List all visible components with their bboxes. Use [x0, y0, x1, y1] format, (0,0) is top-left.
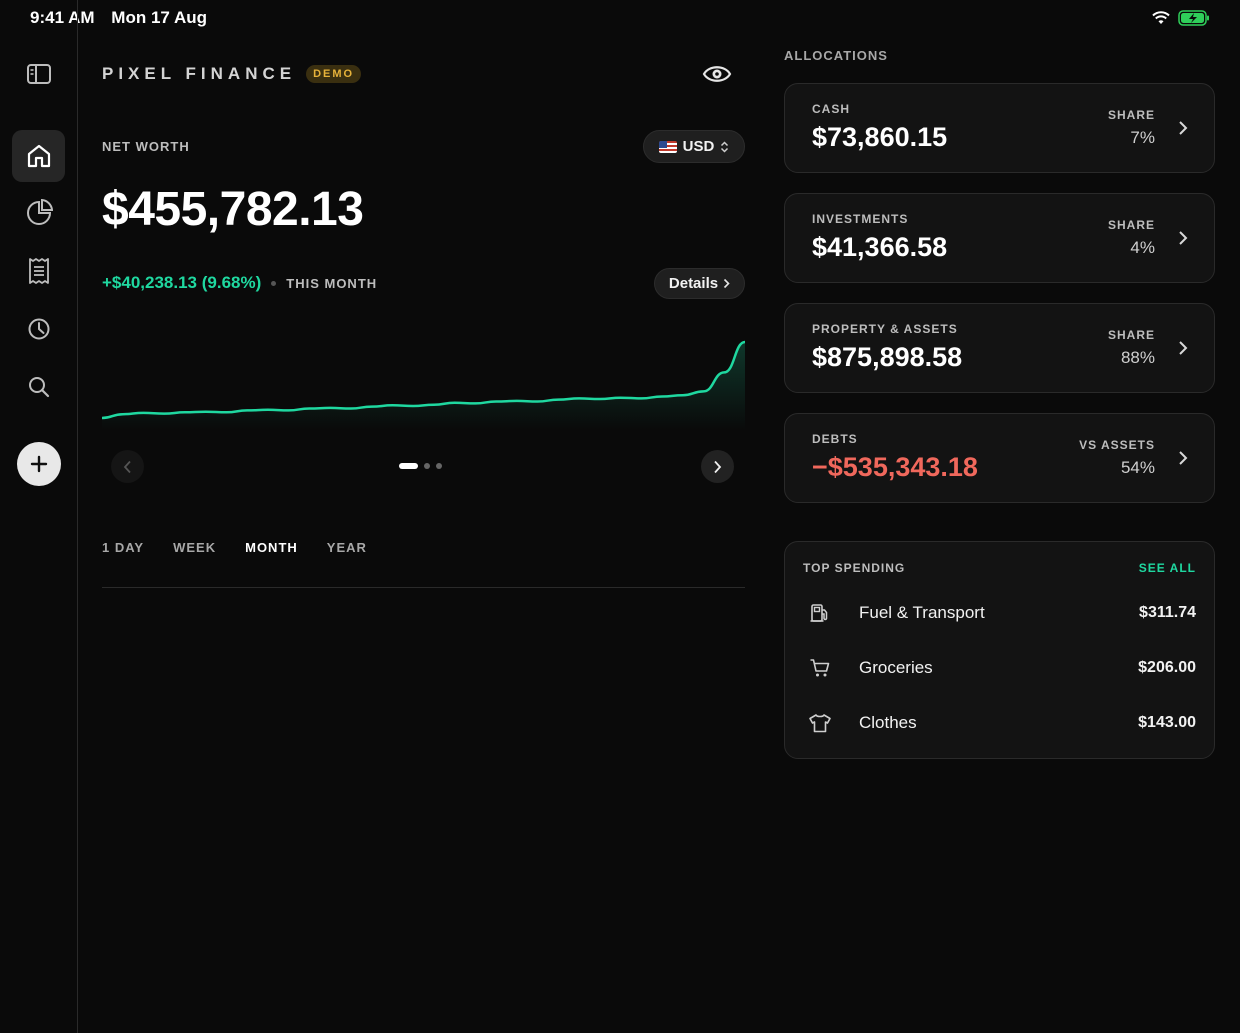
card-value: −$535,343.18 — [812, 452, 978, 482]
chevron-right-icon — [1179, 231, 1188, 245]
spending-category: Fuel & Transport — [859, 603, 985, 622]
pager-dot[interactable] — [424, 463, 430, 469]
allocation-card-cash[interactable]: CASH $73,860.15 SHARE 7% — [784, 83, 1215, 173]
card-share-value: 4% — [1130, 238, 1155, 257]
card-share-label: VS ASSETS — [1079, 438, 1155, 452]
tab-year[interactable]: YEAR — [327, 540, 367, 555]
tab-1-day[interactable]: 1 DAY — [102, 540, 144, 555]
chart-pager — [399, 463, 442, 469]
battery-icon — [1178, 10, 1209, 26]
add-button[interactable] — [17, 442, 61, 486]
top-spending-heading: TOP SPENDING — [803, 561, 906, 575]
card-label: INVESTMENTS — [812, 212, 909, 226]
status-date: Mon 17 Aug — [111, 8, 207, 27]
net-worth-chart — [102, 340, 745, 430]
allocation-card-debts[interactable]: DEBTS −$535,343.18 VS ASSETS 54% — [784, 413, 1215, 503]
wifi-icon — [1152, 11, 1170, 24]
separator-dot — [271, 280, 277, 286]
spending-amount: $206.00 — [1138, 659, 1196, 676]
divider — [102, 587, 745, 588]
toggle-visibility-button[interactable] — [702, 62, 732, 91]
currency-code: USD — [682, 138, 715, 155]
allocations-heading: ALLOCATIONS — [784, 48, 888, 63]
sidebar-item-allocations[interactable] — [12, 187, 65, 239]
sidebar-item-transactions[interactable] — [12, 245, 65, 297]
pager-dot[interactable] — [399, 463, 418, 469]
card-share-label: SHARE — [1107, 218, 1155, 232]
see-all-link[interactable]: SEE ALL — [1139, 561, 1196, 575]
card-label: DEBTS — [812, 432, 858, 446]
top-spending-card: TOP SPENDING SEE ALL Fuel & Transport $3… — [784, 541, 1215, 759]
time-range-tabs: 1 DAY WEEK MONTH YEAR — [102, 540, 367, 555]
details-label: Details — [668, 275, 719, 292]
updown-chevron-icon — [721, 140, 729, 153]
spending-category: Groceries — [859, 658, 933, 677]
list-item[interactable]: Fuel & Transport $311.74 — [803, 593, 1196, 633]
chart-area — [102, 342, 745, 430]
chevron-right-icon — [1179, 121, 1188, 135]
chevron-right-icon — [1179, 451, 1188, 465]
tab-month[interactable]: MONTH — [245, 540, 298, 555]
shirt-icon — [803, 713, 837, 733]
net-worth-change: +$40,238.13 (9.68%) THIS MONTH — [102, 273, 377, 293]
card-label: PROPERTY & ASSETS — [812, 322, 958, 336]
card-value: $41,366.58 — [812, 232, 948, 262]
allocation-card-property[interactable]: PROPERTY & ASSETS $875,898.58 SHARE 88% — [784, 303, 1215, 393]
card-share-label: SHARE — [1107, 328, 1155, 342]
card-label: CASH — [812, 102, 851, 116]
brand: PIXEL FINANCE DEMO — [102, 64, 362, 84]
pie-chart-icon — [26, 199, 53, 225]
change-period: THIS MONTH — [286, 275, 378, 291]
eye-icon — [702, 66, 732, 82]
chevron-left-icon — [123, 460, 131, 473]
card-share-value: 54% — [1120, 458, 1155, 477]
sidebar-item-budgets[interactable] — [12, 303, 65, 355]
demo-badge: DEMO — [306, 65, 362, 83]
cart-icon — [803, 658, 837, 678]
net-worth-value: $455,782.13 — [102, 183, 364, 236]
us-flag-icon — [658, 140, 677, 153]
chevron-right-icon — [724, 278, 730, 289]
net-worth-label: NET WORTH — [102, 139, 190, 154]
allocation-card-investments[interactable]: INVESTMENTS $41,366.58 SHARE 4% — [784, 193, 1215, 283]
sidebar-toggle-button[interactable] — [12, 48, 65, 100]
list-item[interactable]: Clothes $143.00 — [803, 703, 1196, 743]
card-value: $875,898.58 — [812, 342, 963, 372]
clock-chart-icon — [28, 318, 49, 340]
chevron-right-icon — [1179, 341, 1188, 355]
sidebar-toggle-icon — [26, 64, 51, 84]
card-value: $73,860.15 — [812, 122, 948, 152]
card-share-value: 7% — [1130, 128, 1155, 147]
search-icon — [28, 377, 49, 398]
fuel-icon — [803, 602, 837, 624]
chart-prev-button[interactable] — [111, 450, 144, 483]
pager-dot[interactable] — [436, 463, 442, 469]
app-root: 9:41 AM Mon 17 Aug PIXEL FINANCE DEMO NE… — [0, 0, 1240, 1033]
tab-week[interactable]: WEEK — [173, 540, 216, 555]
card-share-value: 88% — [1120, 348, 1155, 367]
spending-category: Clothes — [859, 713, 917, 732]
home-icon — [27, 144, 50, 168]
chevron-right-icon — [714, 460, 722, 473]
sidebar — [0, 0, 78, 1033]
details-button[interactable]: Details — [654, 268, 745, 299]
spending-amount: $311.74 — [1139, 604, 1196, 621]
list-item[interactable]: Groceries $206.00 — [803, 648, 1196, 688]
sidebar-item-search[interactable] — [12, 361, 65, 413]
card-share-label: SHARE — [1107, 108, 1155, 122]
sidebar-item-home[interactable] — [12, 130, 65, 182]
spending-amount: $143.00 — [1138, 714, 1196, 731]
plus-icon — [30, 455, 48, 473]
status-indicators — [1152, 10, 1210, 26]
currency-selector[interactable]: USD — [643, 130, 745, 163]
chart-next-button[interactable] — [701, 450, 734, 483]
receipt-icon — [28, 258, 49, 284]
brand-name: PIXEL FINANCE — [102, 64, 297, 83]
change-value: +$40,238.13 (9.68%) — [102, 273, 262, 292]
